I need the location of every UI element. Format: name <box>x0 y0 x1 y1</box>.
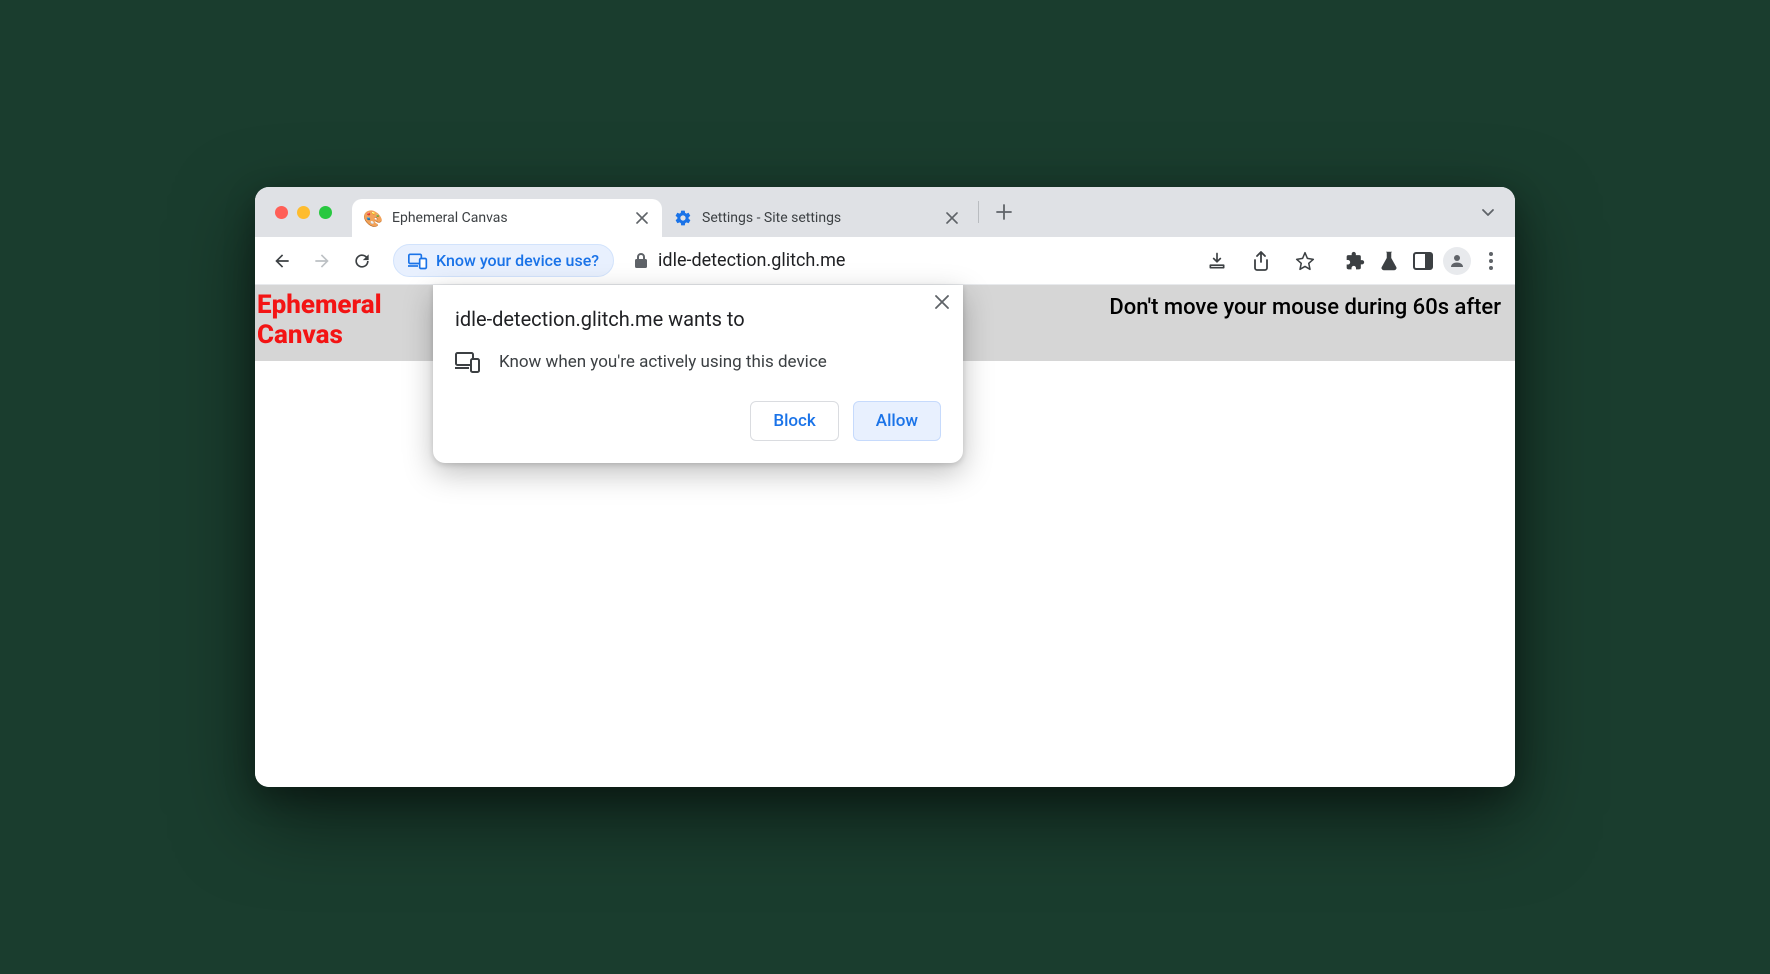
reload-button[interactable] <box>345 244 379 278</box>
close-tab-button[interactable] <box>634 210 650 226</box>
close-prompt-button[interactable] <box>935 295 949 309</box>
lock-icon <box>634 253 648 269</box>
share-icon[interactable] <box>1247 247 1275 275</box>
prompt-title: idle-detection.glitch.me wants to <box>455 307 941 331</box>
allow-button-label: Allow <box>876 411 918 431</box>
install-icon[interactable] <box>1203 247 1231 275</box>
profile-avatar[interactable] <box>1443 247 1471 275</box>
page-title: Ephemeral Canvas <box>255 291 382 351</box>
maximize-window-button[interactable] <box>319 206 332 219</box>
close-window-button[interactable] <box>275 206 288 219</box>
close-tab-button[interactable] <box>944 210 960 226</box>
prompt-permission-row: Know when you're actively using this dev… <box>455 351 941 373</box>
tab-list-dropdown[interactable] <box>1473 197 1503 227</box>
block-button[interactable]: Block <box>750 401 838 441</box>
block-button-label: Block <box>773 411 815 431</box>
page-viewport: Ephemeral Canvas Don't move your mouse d… <box>255 285 1515 787</box>
menu-button[interactable] <box>1477 252 1505 270</box>
bookmark-star-icon[interactable] <box>1291 247 1319 275</box>
allow-button[interactable]: Allow <box>853 401 941 441</box>
gear-icon <box>674 209 692 227</box>
favicon-icon: 🎨 <box>364 209 382 227</box>
back-button[interactable] <box>265 244 299 278</box>
page-instruction-text: Don't move your mouse during 60s after <box>1109 291 1515 320</box>
window-controls <box>267 187 352 237</box>
url-text: idle-detection.glitch.me <box>658 250 845 271</box>
chip-label: Know your device use? <box>436 251 599 270</box>
tab-settings[interactable]: Settings - Site settings <box>662 199 972 237</box>
labs-icon[interactable] <box>1375 247 1403 275</box>
address-bar[interactable]: idle-detection.glitch.me <box>620 243 1335 279</box>
browser-window: 🎨 Ephemeral Canvas Settings - Site setti… <box>255 187 1515 787</box>
permission-chip[interactable]: Know your device use? <box>393 244 614 277</box>
permission-prompt: idle-detection.glitch.me wants to Know w… <box>433 285 963 463</box>
prompt-permission-text: Know when you're actively using this dev… <box>499 352 827 372</box>
minimize-window-button[interactable] <box>297 206 310 219</box>
extensions-icon[interactable] <box>1341 247 1369 275</box>
toolbar: Know your device use? idle-detection.gli… <box>255 237 1515 285</box>
tab-title: Settings - Site settings <box>702 210 934 226</box>
devices-icon <box>408 252 428 270</box>
tab-separator <box>978 201 979 223</box>
forward-button[interactable] <box>305 244 339 278</box>
new-tab-button[interactable] <box>989 197 1019 227</box>
tab-title: Ephemeral Canvas <box>392 210 624 226</box>
tab-strip: 🎨 Ephemeral Canvas Settings - Site setti… <box>255 187 1515 237</box>
devices-icon <box>455 351 481 373</box>
tab-ephemeral-canvas[interactable]: 🎨 Ephemeral Canvas <box>352 199 662 237</box>
side-panel-icon[interactable] <box>1409 247 1437 275</box>
